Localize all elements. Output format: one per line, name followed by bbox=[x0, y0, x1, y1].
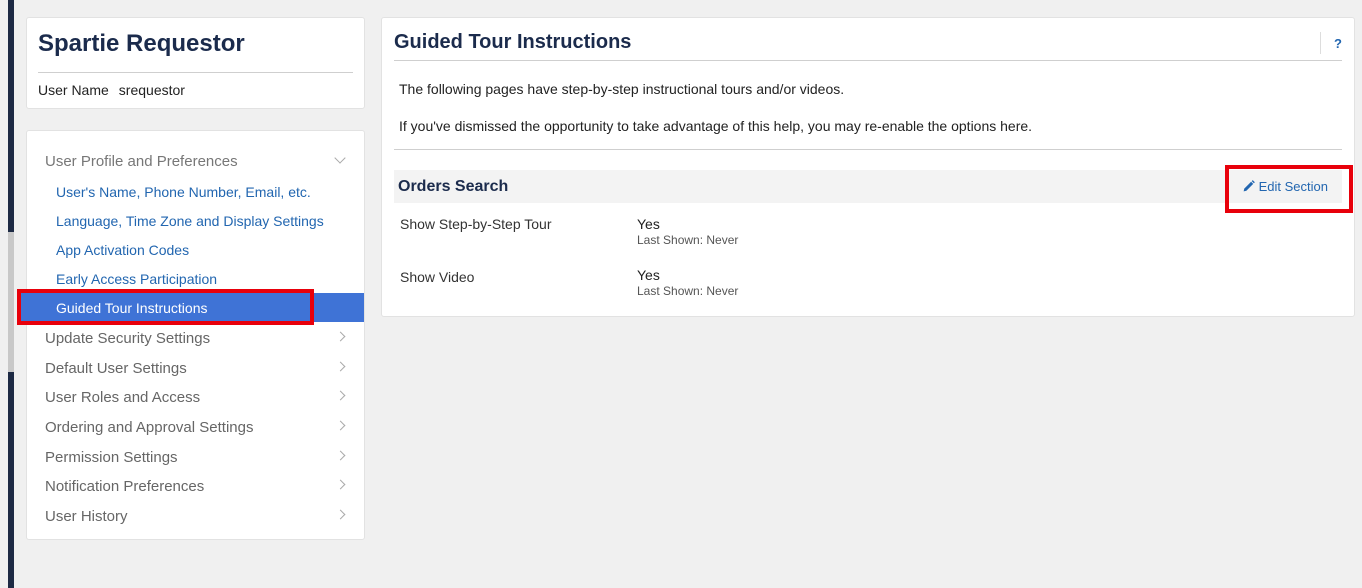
intro-text-reenable: If you've dismissed the opportunity to t… bbox=[399, 118, 1033, 134]
nav-sub-item-app-activation[interactable]: App Activation Codes bbox=[27, 235, 364, 264]
row-value-video: Yes bbox=[637, 267, 660, 283]
main-panel: Guided Tour Instructions ? The following… bbox=[381, 17, 1355, 317]
nav-sub-item-label: Early Access Participation bbox=[56, 270, 218, 287]
nav-item-label: User Roles and Access bbox=[45, 389, 201, 406]
nav-item-ordering-approval[interactable]: Ordering and Approval Settings bbox=[27, 413, 364, 442]
row-label-video: Show Video bbox=[400, 269, 475, 285]
nav-item-label: Default User Settings bbox=[45, 360, 187, 377]
user-name-label: User Name bbox=[38, 82, 109, 98]
chevron-right-icon bbox=[335, 331, 346, 342]
user-name-row: User Name srequestor bbox=[38, 82, 185, 98]
nav-item-permission-settings[interactable]: Permission Settings bbox=[27, 443, 364, 472]
section-header-orders-search: Orders Search Edit Section bbox=[394, 170, 1342, 203]
divider bbox=[38, 72, 353, 73]
user-name-value: srequestor bbox=[118, 82, 185, 98]
help-icon: ? bbox=[1334, 35, 1342, 51]
nav-item-label: Update Security Settings bbox=[45, 330, 211, 347]
nav-sub-item-label: App Activation Codes bbox=[56, 241, 190, 258]
nav-sub-item-users-name[interactable]: User's Name, Phone Number, Email, etc. bbox=[27, 177, 364, 206]
nav-item-label: Notification Preferences bbox=[45, 478, 205, 495]
nav-sub-item-label: User's Name, Phone Number, Email, etc. bbox=[56, 183, 311, 200]
page-title: Guided Tour Instructions bbox=[394, 31, 632, 53]
row-last-shown-video: Last Shown: Never bbox=[637, 284, 739, 298]
nav-item-label: Ordering and Approval Settings bbox=[45, 419, 254, 436]
profile-card: Spartie Requestor User Name srequestor bbox=[26, 17, 365, 109]
nav-section-label: User Profile and Preferences bbox=[45, 153, 238, 170]
nav-item-label: User History bbox=[45, 508, 128, 525]
divider bbox=[394, 60, 1342, 61]
nav-sub-item-language[interactable]: Language, Time Zone and Display Settings bbox=[27, 206, 364, 235]
left-rail-scroll[interactable] bbox=[8, 232, 14, 372]
chevron-right-icon bbox=[335, 390, 346, 401]
chevron-right-icon bbox=[335, 420, 346, 431]
nav-item-user-roles[interactable]: User Roles and Access bbox=[27, 383, 364, 412]
highlight-box-nav bbox=[17, 289, 314, 325]
nav-item-default-user-settings[interactable]: Default User Settings bbox=[27, 354, 364, 383]
divider bbox=[394, 149, 1342, 150]
nav-item-notification-preferences[interactable]: Notification Preferences bbox=[27, 472, 364, 501]
chevron-down-icon bbox=[334, 152, 346, 164]
section-title: Orders Search bbox=[398, 178, 509, 195]
row-label-step-tour: Show Step-by-Step Tour bbox=[400, 216, 552, 232]
highlight-box-edit bbox=[1225, 165, 1353, 213]
settings-nav: User Profile and Preferences User's Name… bbox=[17, 130, 365, 540]
nav-section-user-profile[interactable]: User Profile and Preferences bbox=[27, 147, 364, 176]
intro-text: The following pages have step-by-step in… bbox=[399, 81, 845, 97]
chevron-right-icon bbox=[335, 361, 346, 372]
nav-item-label: Permission Settings bbox=[45, 449, 178, 466]
chevron-right-icon bbox=[335, 479, 346, 490]
nav-item-update-security[interactable]: Update Security Settings bbox=[27, 324, 364, 353]
profile-name: Spartie Requestor bbox=[38, 30, 245, 57]
chevron-right-icon bbox=[335, 450, 346, 461]
help-button[interactable]: ? bbox=[1320, 32, 1342, 54]
nav-sub-item-label: Language, Time Zone and Display Settings bbox=[56, 212, 324, 229]
chevron-right-icon bbox=[335, 509, 346, 520]
row-value-step-tour: Yes bbox=[637, 216, 660, 232]
nav-item-user-history[interactable]: User History bbox=[27, 502, 364, 531]
row-last-shown-step-tour: Last Shown: Never bbox=[637, 233, 739, 247]
